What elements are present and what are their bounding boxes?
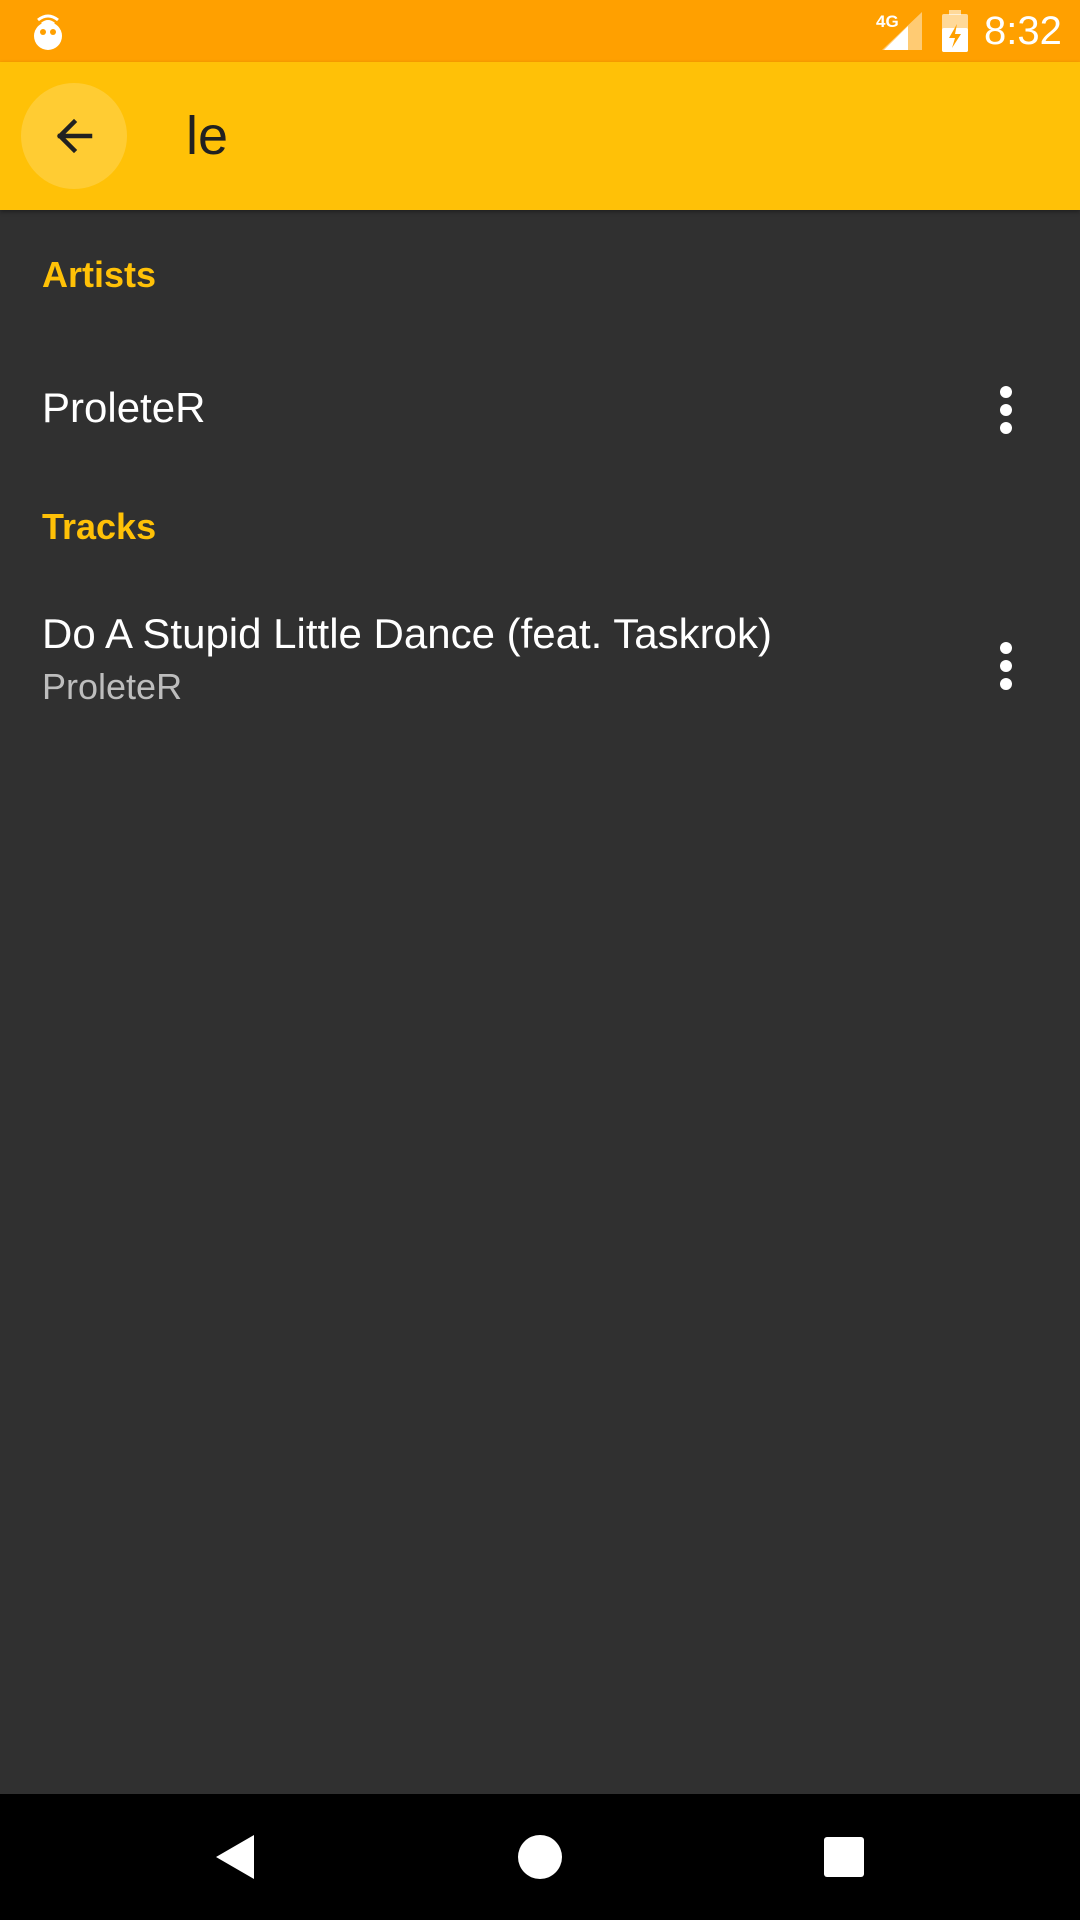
artist-more-button[interactable] [976,370,1036,450]
nav-home-button[interactable] [500,1817,580,1897]
system-nav-bar [0,1794,1080,1920]
more-vert-icon [1000,386,1012,434]
battery-charging-icon [942,10,968,52]
search-results: Artists ProleteR Tracks Do A Stupid Litt… [0,210,1080,1794]
track-title: Do A Stupid Little Dance (feat. Taskrok) [42,610,772,657]
recents-square-icon [824,1837,864,1877]
back-triangle-icon [216,1835,254,1879]
signal-icon [882,12,922,50]
status-clock: 8:32 [984,9,1062,53]
track-artist: ProleteR [42,666,183,707]
arrow-left-icon [56,118,93,154]
nav-back-button[interactable] [196,1817,276,1897]
section-header-artists: Artists [42,254,157,295]
section-header-tracks: Tracks [42,506,157,547]
nav-recents-button[interactable] [804,1817,884,1897]
search-input[interactable] [186,98,1046,174]
search-toolbar [0,62,1080,210]
more-vert-icon [1000,642,1012,690]
home-circle-icon [518,1835,562,1879]
status-bar: 4G 8:32 [0,0,1080,62]
track-more-button[interactable] [976,626,1036,706]
track-list-item[interactable]: Do A Stupid Little Dance (feat. Taskrok)… [0,600,1080,740]
artist-list-item[interactable]: ProleteR [0,360,1080,460]
back-button[interactable] [21,83,127,189]
app-notification-icon [34,14,62,50]
artist-name: ProleteR [42,384,206,431]
